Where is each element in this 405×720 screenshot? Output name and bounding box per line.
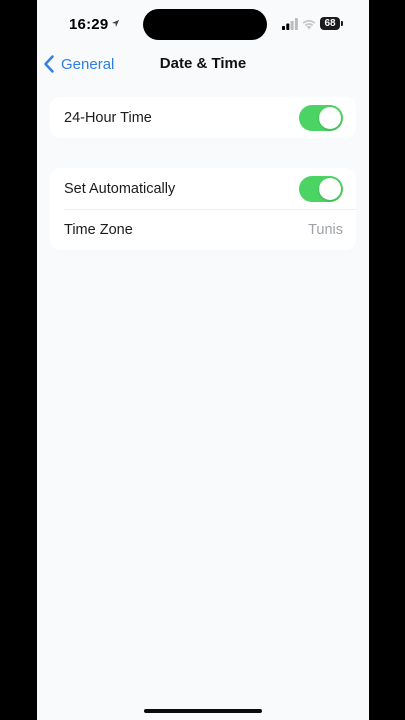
- toggle-knob: [319, 106, 341, 129]
- time-zone-value: Tunis: [308, 221, 343, 238]
- settings-group-time: Set Automatically Time Zone Tunis: [50, 168, 356, 250]
- signal-icon: [282, 18, 298, 30]
- wifi-icon: [302, 20, 316, 30]
- row-24-hour-time: 24-Hour Time: [50, 97, 356, 138]
- row-time-zone[interactable]: Time Zone Tunis: [50, 209, 356, 250]
- row-label: Time Zone: [64, 221, 133, 238]
- status-time: 16:29: [69, 16, 109, 33]
- battery-tip: [341, 21, 343, 26]
- dynamic-island: [143, 9, 267, 40]
- row-label: 24-Hour Time: [64, 109, 152, 126]
- battery-icon: 68: [320, 17, 340, 30]
- screen: 16:29 68 General Date & Time 24-Hour Tim…: [37, 0, 369, 720]
- home-indicator[interactable]: [144, 709, 262, 713]
- toggle-knob: [319, 177, 341, 200]
- settings-group-24h: 24-Hour Time: [50, 97, 356, 138]
- toggle-24-hour-time[interactable]: [299, 104, 343, 131]
- toggle-set-automatically[interactable]: [299, 175, 343, 202]
- location-icon: [111, 19, 120, 28]
- row-label: Set Automatically: [64, 180, 176, 197]
- page-title: Date & Time: [159, 55, 247, 72]
- status-bar: 16:29 68: [37, 0, 369, 48]
- row-set-automatically: Set Automatically: [50, 168, 356, 209]
